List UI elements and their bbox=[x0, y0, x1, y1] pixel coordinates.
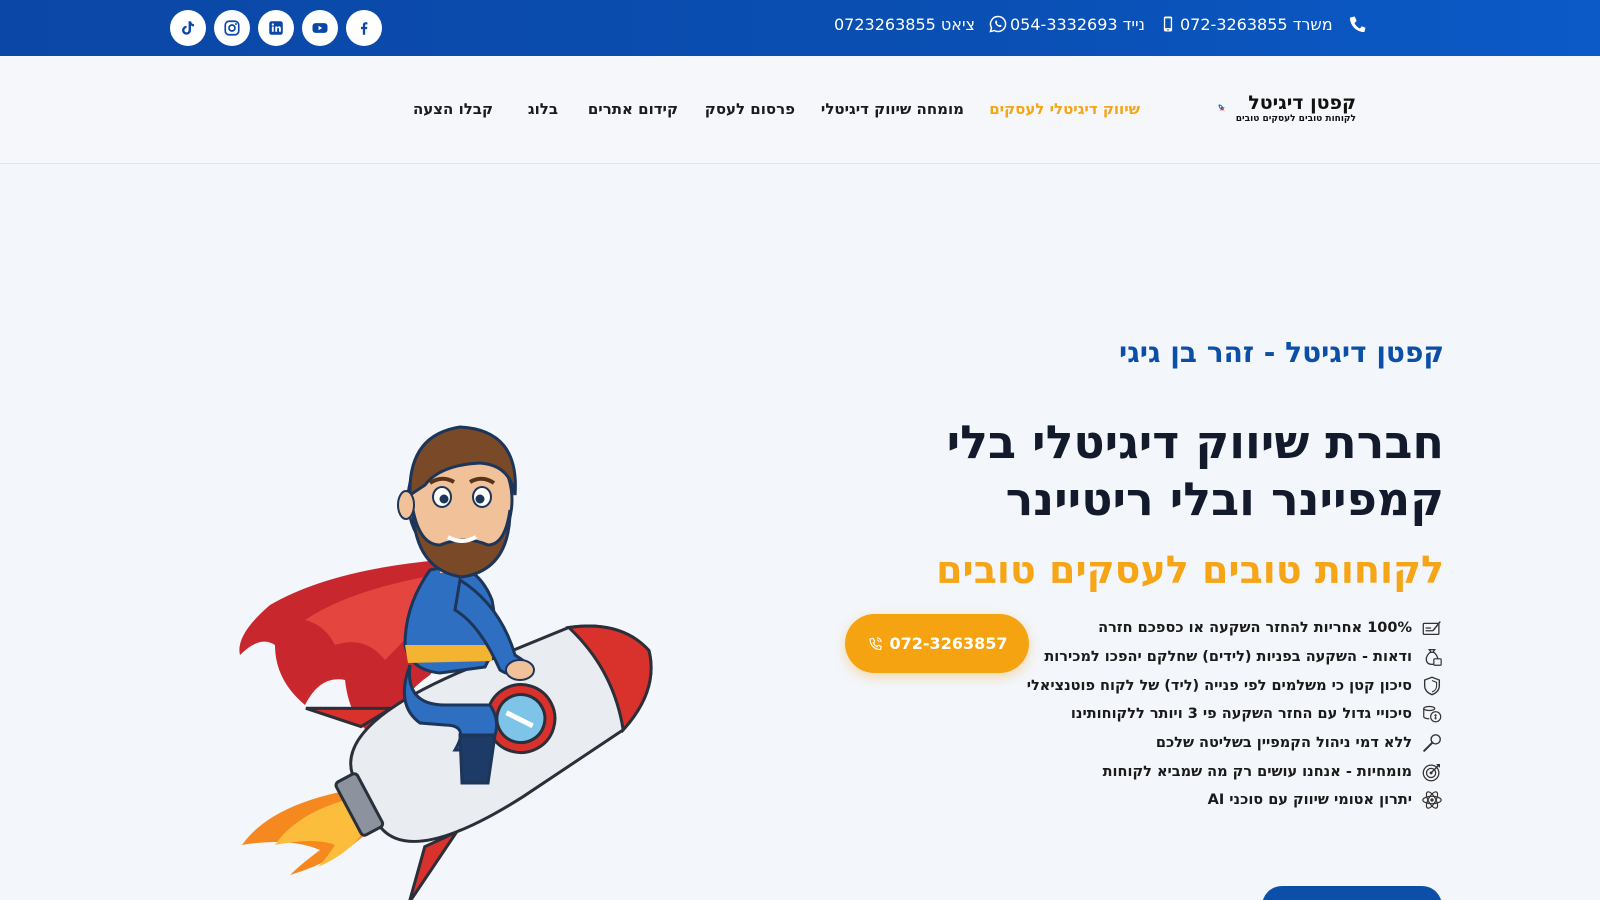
nav-item-marketing-expert[interactable]: מומחה שיווק דיגיטלי bbox=[821, 100, 964, 118]
feature-text: ודאות - השקעה בפניות (לידים) שחלקם יהפכו… bbox=[1044, 649, 1412, 666]
nav-item-business-advertising[interactable]: פרסום לעסק bbox=[705, 100, 795, 118]
target-icon bbox=[1420, 760, 1444, 784]
main-navigation bbox=[0, 56, 1600, 164]
hero-subhead: לקוחות טובים לעסקים טובים bbox=[936, 548, 1444, 592]
secondary-cta-button[interactable] bbox=[1262, 886, 1442, 900]
feature-text: ללא דמי ניהול הקמפיין בשליטה שלכם bbox=[1155, 735, 1412, 752]
list-item: 100% אחריות להחזר השקעה או כספכם חזרה bbox=[1024, 614, 1444, 643]
feature-text: מומחיות - אנחנו עושים רק מה שמביא לקוחות bbox=[1102, 763, 1412, 780]
instagram-icon[interactable] bbox=[214, 10, 250, 46]
superhero-rocket-illustration bbox=[239, 425, 653, 900]
whatsapp-text: ציאט 0723263855 bbox=[834, 14, 976, 34]
whatsapp-icon bbox=[987, 13, 1009, 35]
nav-item-blog[interactable]: בלוג bbox=[528, 100, 558, 118]
logo-tagline: לקוחות טובים לעסקים טובים bbox=[1235, 114, 1356, 124]
list-item: סיכון קטן כי משלמים לפי פנייה (ליד) של ל… bbox=[1024, 671, 1444, 700]
hero-eyebrow: קפטן דיגיטל - זהר בן גיגי bbox=[1119, 336, 1444, 369]
nav-item-seo[interactable]: קידום אתרים bbox=[588, 100, 678, 118]
phone-icon bbox=[1347, 13, 1369, 35]
logo-title[interactable]: קפטן דיגיטל bbox=[1248, 92, 1356, 114]
list-item: מומחיות - אנחנו עושים רק מה שמביא לקוחות bbox=[1024, 757, 1444, 786]
feature-list: 100% אחריות להחזר השקעה או כספכם חזרה וד… bbox=[1024, 614, 1444, 815]
call-phone-number: 072-3263857 bbox=[889, 634, 1008, 653]
linkedin-icon[interactable] bbox=[258, 10, 294, 46]
feature-text: 100% אחריות להחזר השקעה או כספכם חזרה bbox=[1098, 620, 1412, 637]
nav-item-get-quote[interactable]: קבלו הצעה bbox=[413, 100, 493, 118]
wrench-icon bbox=[1420, 731, 1444, 755]
youtube-icon[interactable] bbox=[302, 10, 338, 46]
top-contact-bar: ציאט 0723263855 נייד 054-3332693 משרד 07… bbox=[0, 0, 1600, 56]
list-item: סיכויי גדול עם החזר השקעה פי 3 ויותר ללק… bbox=[1024, 700, 1444, 729]
mobile-phone-icon bbox=[1157, 13, 1179, 35]
facebook-icon[interactable] bbox=[346, 10, 382, 46]
office-text: משרד 072-3263855 bbox=[1180, 14, 1333, 34]
mobile-contact[interactable]: נייד 054-3332693 bbox=[1010, 0, 1179, 48]
mobile-text: נייד 054-3332693 bbox=[1010, 14, 1145, 34]
phone-outline-icon bbox=[868, 637, 882, 651]
list-item: ודאות - השקעה בפניות (לידים) שחלקם יהפכו… bbox=[1024, 643, 1444, 672]
call-phone-button[interactable]: 072-3263857 bbox=[845, 614, 1029, 673]
feature-text: יתרון אטומי שיווק עם סוכני AI bbox=[1207, 792, 1412, 809]
shield-icon bbox=[1420, 674, 1444, 698]
list-item: ללא דמי ניהול הקמפיין בשליטה שלכם bbox=[1024, 729, 1444, 758]
feature-text: סיכויי גדול עם החזר השקעה פי 3 ויותר ללק… bbox=[1070, 706, 1412, 723]
list-item: יתרון אטומי שיווק עם סוכני AI bbox=[1024, 786, 1444, 815]
money-bag-icon bbox=[1420, 645, 1444, 669]
feature-text: סיכון קטן כי משלמים לפי פנייה (ליד) של ל… bbox=[1026, 677, 1412, 694]
nav-item-digital-marketing[interactable]: שיווק דיגיטלי לעסקים bbox=[989, 100, 1140, 118]
tiktok-icon[interactable] bbox=[170, 10, 206, 46]
contract-icon bbox=[1420, 616, 1444, 640]
whatsapp-contact[interactable]: ציאט 0723263855 bbox=[834, 0, 1009, 48]
coins-icon bbox=[1420, 702, 1444, 726]
atom-ai-icon bbox=[1420, 788, 1444, 812]
hero-headline: חברת שיווק דיגיטלי בלי קמפיינר ובלי ריטי… bbox=[946, 415, 1444, 526]
office-contact[interactable]: משרד 072-3263855 bbox=[1180, 0, 1369, 48]
